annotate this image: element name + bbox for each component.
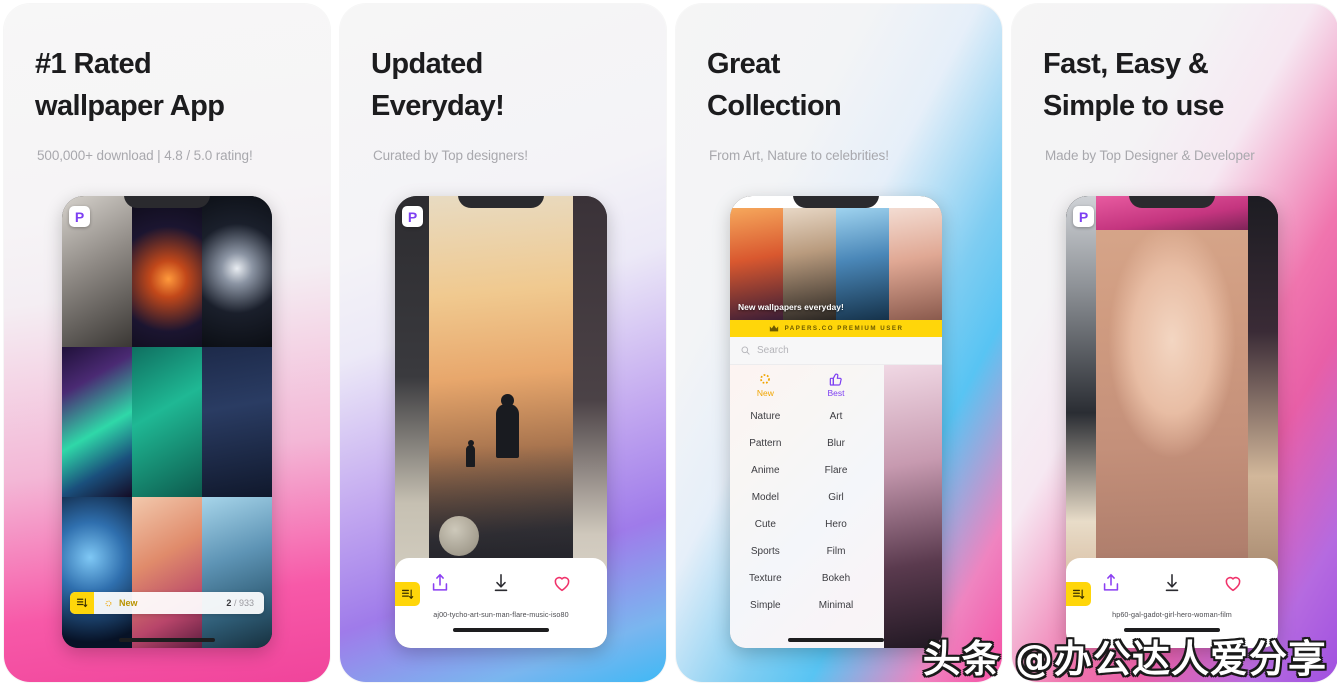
wallpaper-thumbnail[interactable] — [202, 196, 272, 347]
search-placeholder: Search — [757, 345, 789, 356]
category-item[interactable]: Nature — [730, 403, 801, 430]
promo-card-4[interactable]: Fast, Easy & Simple to use Made by Top D… — [1012, 4, 1337, 682]
thumbs-up-icon — [829, 373, 842, 386]
featured-tab-new[interactable]: New — [730, 369, 801, 403]
phone-screen: P New 2 / 933 — [62, 196, 272, 648]
screenshot-gallery: #1 Rated wallpaper App 500,000+ download… — [0, 0, 1337, 689]
home-indicator — [788, 638, 884, 642]
card-headline: Great Collection — [707, 48, 842, 122]
app-badge-icon: P — [69, 206, 90, 227]
silhouette-main — [497, 393, 520, 458]
card-headline: Updated Everyday! — [371, 48, 505, 122]
heart-icon[interactable] — [551, 572, 573, 594]
wallpaper-thumbnail[interactable] — [132, 196, 202, 347]
crown-icon — [769, 325, 778, 332]
category-item[interactable]: Cute — [730, 511, 801, 538]
wallpaper-thumbnail[interactable] — [132, 497, 202, 648]
wallpaper-filename: aj00-tycho-art-sun-man-flare-music-iso80 — [433, 610, 569, 619]
hero-carousel[interactable]: New wallpapers everyday! — [730, 208, 942, 320]
category-item[interactable]: Pattern — [730, 430, 801, 457]
wallpaper-thumbnail[interactable] — [132, 346, 202, 498]
wallpaper-filename: hp60-gal-gadot-girl-hero-woman-film — [1112, 610, 1232, 619]
featured-tab-label: New — [756, 388, 774, 398]
category-item[interactable]: Anime — [730, 457, 801, 484]
counter-separator: / — [233, 598, 237, 608]
watermark: 头条 @办公达人爱分享 — [922, 637, 1327, 681]
card-subtitle: Made by Top Designer & Developer — [1045, 148, 1255, 163]
sort-icon[interactable] — [1066, 582, 1091, 606]
phone-notch — [1129, 196, 1215, 208]
counter-current: 2 — [226, 598, 232, 608]
search-bar[interactable]: Search — [730, 337, 942, 365]
download-icon[interactable] — [490, 572, 512, 594]
phone-notch — [458, 196, 544, 208]
category-item[interactable]: Blur — [801, 430, 872, 457]
promo-card-1[interactable]: #1 Rated wallpaper App 500,000+ download… — [4, 4, 330, 682]
search-icon — [741, 346, 750, 355]
promo-card-3[interactable]: Great Collection From Art, Nature to cel… — [676, 4, 1002, 682]
wallpaper-counter: 2 / 933 — [226, 598, 254, 608]
browse-status-bar[interactable]: New 2 / 933 — [70, 592, 264, 614]
phone-mockup: P — [395, 196, 607, 648]
sort-icon[interactable] — [395, 582, 420, 606]
new-sun-icon — [105, 600, 112, 606]
category-item[interactable]: Model — [730, 484, 801, 511]
category-item[interactable]: Girl — [801, 484, 872, 511]
moon-shape — [439, 516, 479, 556]
app-badge-icon: P — [1073, 206, 1094, 227]
silhouette-small — [466, 439, 476, 467]
heart-icon[interactable] — [1222, 572, 1244, 594]
sun-icon — [760, 374, 771, 384]
counter-total: 933 — [238, 598, 254, 608]
wallpaper-thumbnail[interactable] — [62, 497, 132, 648]
home-indicator — [453, 628, 549, 632]
card-subtitle: From Art, Nature to celebrities! — [709, 148, 889, 163]
card-headline: #1 Rated wallpaper App — [35, 48, 225, 122]
category-item[interactable]: Film — [801, 538, 872, 565]
card-subtitle: 500,000+ download | 4.8 / 5.0 rating! — [37, 148, 253, 163]
category-item[interactable]: Hero — [801, 511, 872, 538]
phone-mockup: P — [1066, 196, 1278, 648]
phone-screen: P — [395, 196, 607, 648]
premium-banner[interactable]: PAPERS.CO PREMIUM USER — [730, 320, 942, 337]
wallpaper-thumbnail[interactable] — [62, 346, 132, 498]
wallpaper-thumbnail[interactable] — [202, 497, 272, 648]
hero-caption: New wallpapers everyday! — [738, 302, 844, 312]
category-item[interactable]: Flare — [801, 457, 872, 484]
featured-tab-label: Best — [827, 388, 845, 398]
hero-slide[interactable] — [889, 208, 942, 320]
share-icon[interactable] — [1100, 572, 1122, 594]
category-item[interactable]: Art — [801, 403, 872, 430]
phone-screen: New wallpapers everyday! PAPERS.CO PREMI… — [730, 196, 942, 648]
browse-screen: New wallpapers everyday! PAPERS.CO PREMI… — [730, 196, 942, 648]
phone-notch — [793, 196, 879, 208]
category-item[interactable]: Texture — [730, 565, 801, 592]
phone-mockup: New wallpapers everyday! PAPERS.CO PREMI… — [730, 196, 942, 648]
phone-mockup: P New 2 / 933 — [62, 196, 272, 648]
category-item[interactable]: Bokeh — [801, 565, 872, 592]
share-icon[interactable] — [429, 572, 451, 594]
phone-screen: P — [1066, 196, 1278, 648]
promo-card-2[interactable]: Updated Everyday! Curated by Top designe… — [340, 4, 666, 682]
adjacent-wallpaper-right — [884, 365, 942, 648]
wallpaper-detail-sheet: aj00-tycho-art-sun-man-flare-music-iso80 — [395, 558, 607, 648]
premium-banner-label: PAPERS.CO PREMIUM USER — [784, 325, 904, 332]
browse-filter-label: New — [119, 598, 138, 608]
sort-icon[interactable] — [70, 592, 94, 614]
wallpaper-grid[interactable] — [62, 196, 272, 648]
category-item[interactable]: Simple — [730, 592, 801, 619]
card-headline: Fast, Easy & Simple to use — [1043, 48, 1224, 122]
category-item[interactable]: Sports — [730, 538, 801, 565]
app-badge-icon: P — [402, 206, 423, 227]
phone-notch — [124, 196, 210, 208]
download-icon[interactable] — [1161, 572, 1183, 594]
card-subtitle: Curated by Top designers! — [373, 148, 528, 163]
wallpaper-thumbnail[interactable] — [202, 346, 272, 498]
category-item[interactable]: Minimal — [801, 592, 872, 619]
home-indicator — [119, 638, 215, 642]
featured-tab-best[interactable]: Best — [801, 369, 872, 403]
